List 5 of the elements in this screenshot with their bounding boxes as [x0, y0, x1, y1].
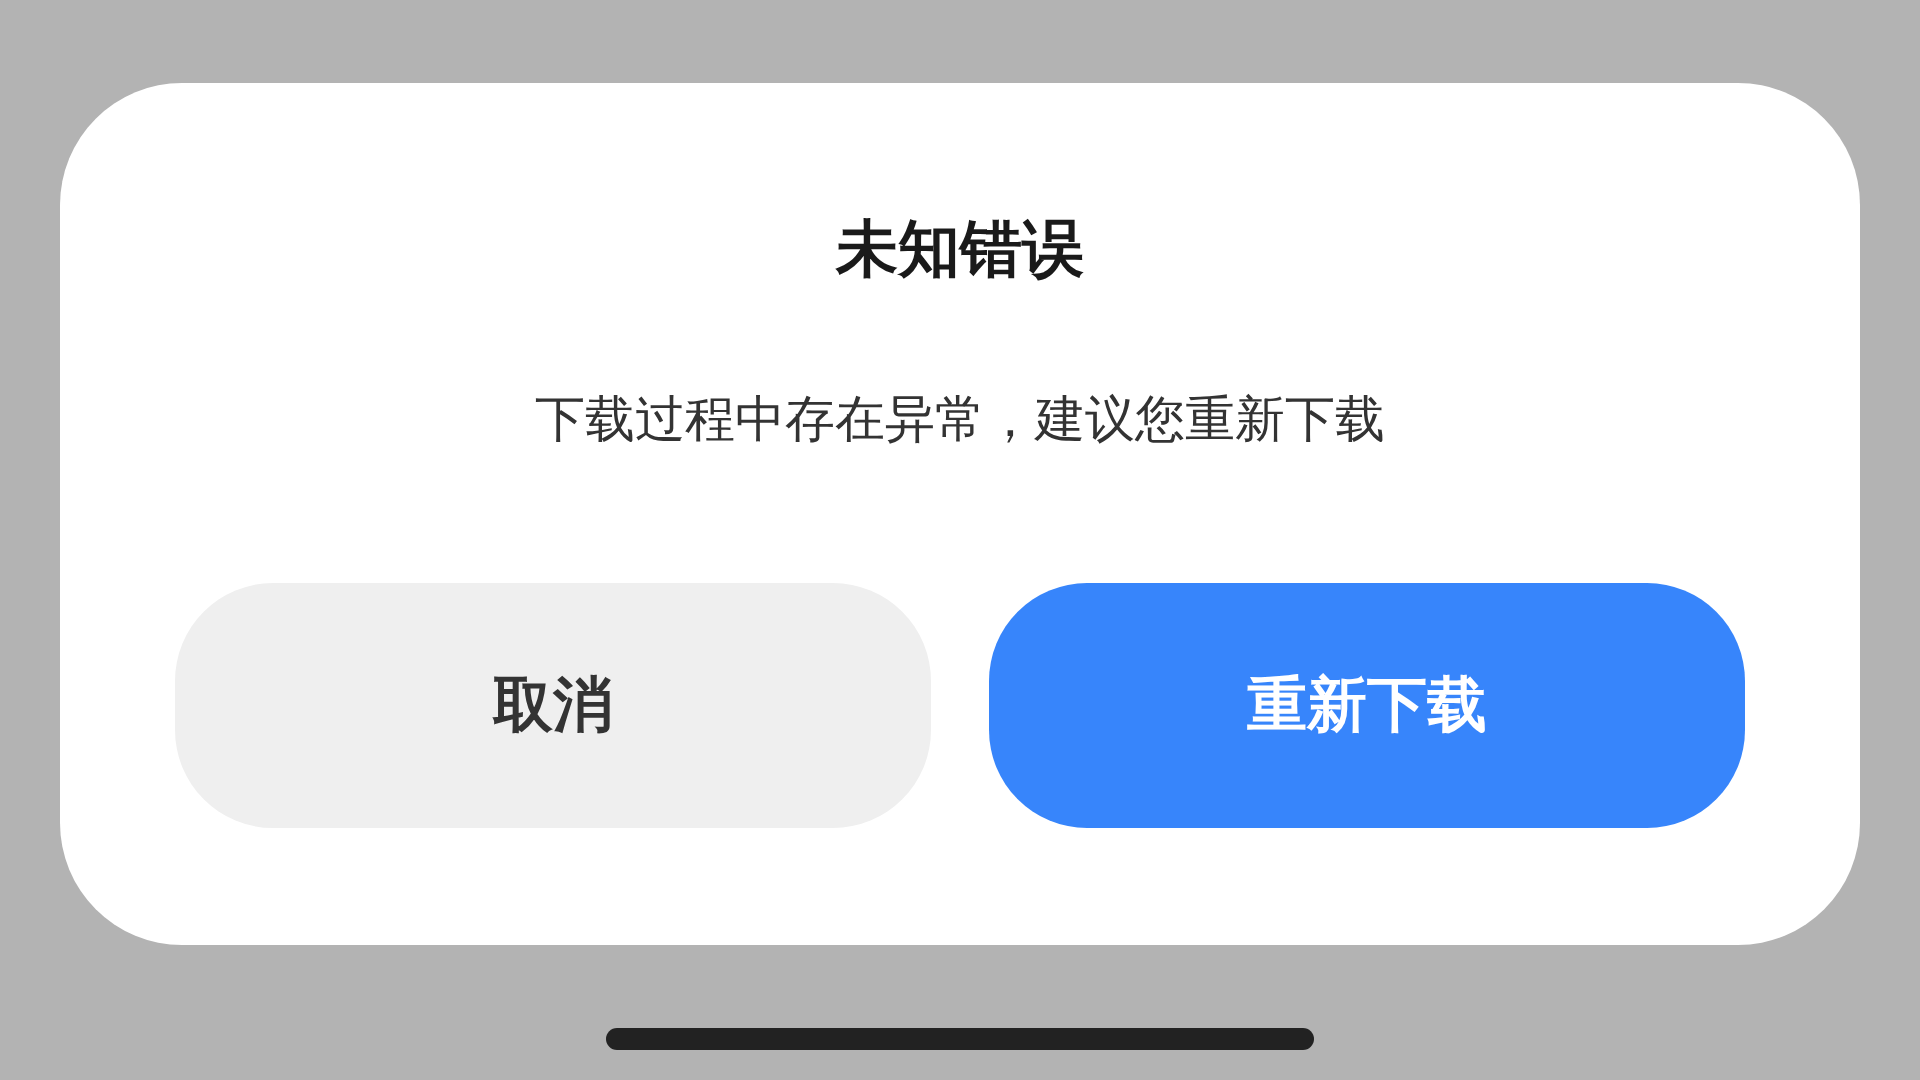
dialog-title: 未知错误 — [836, 212, 1084, 286]
cancel-button[interactable]: 取消 — [175, 583, 931, 828]
home-indicator[interactable] — [606, 1028, 1314, 1050]
dialog-message: 下载过程中存在异常，建议您重新下载 — [535, 389, 1385, 450]
redownload-button[interactable]: 重新下载 — [989, 583, 1745, 828]
